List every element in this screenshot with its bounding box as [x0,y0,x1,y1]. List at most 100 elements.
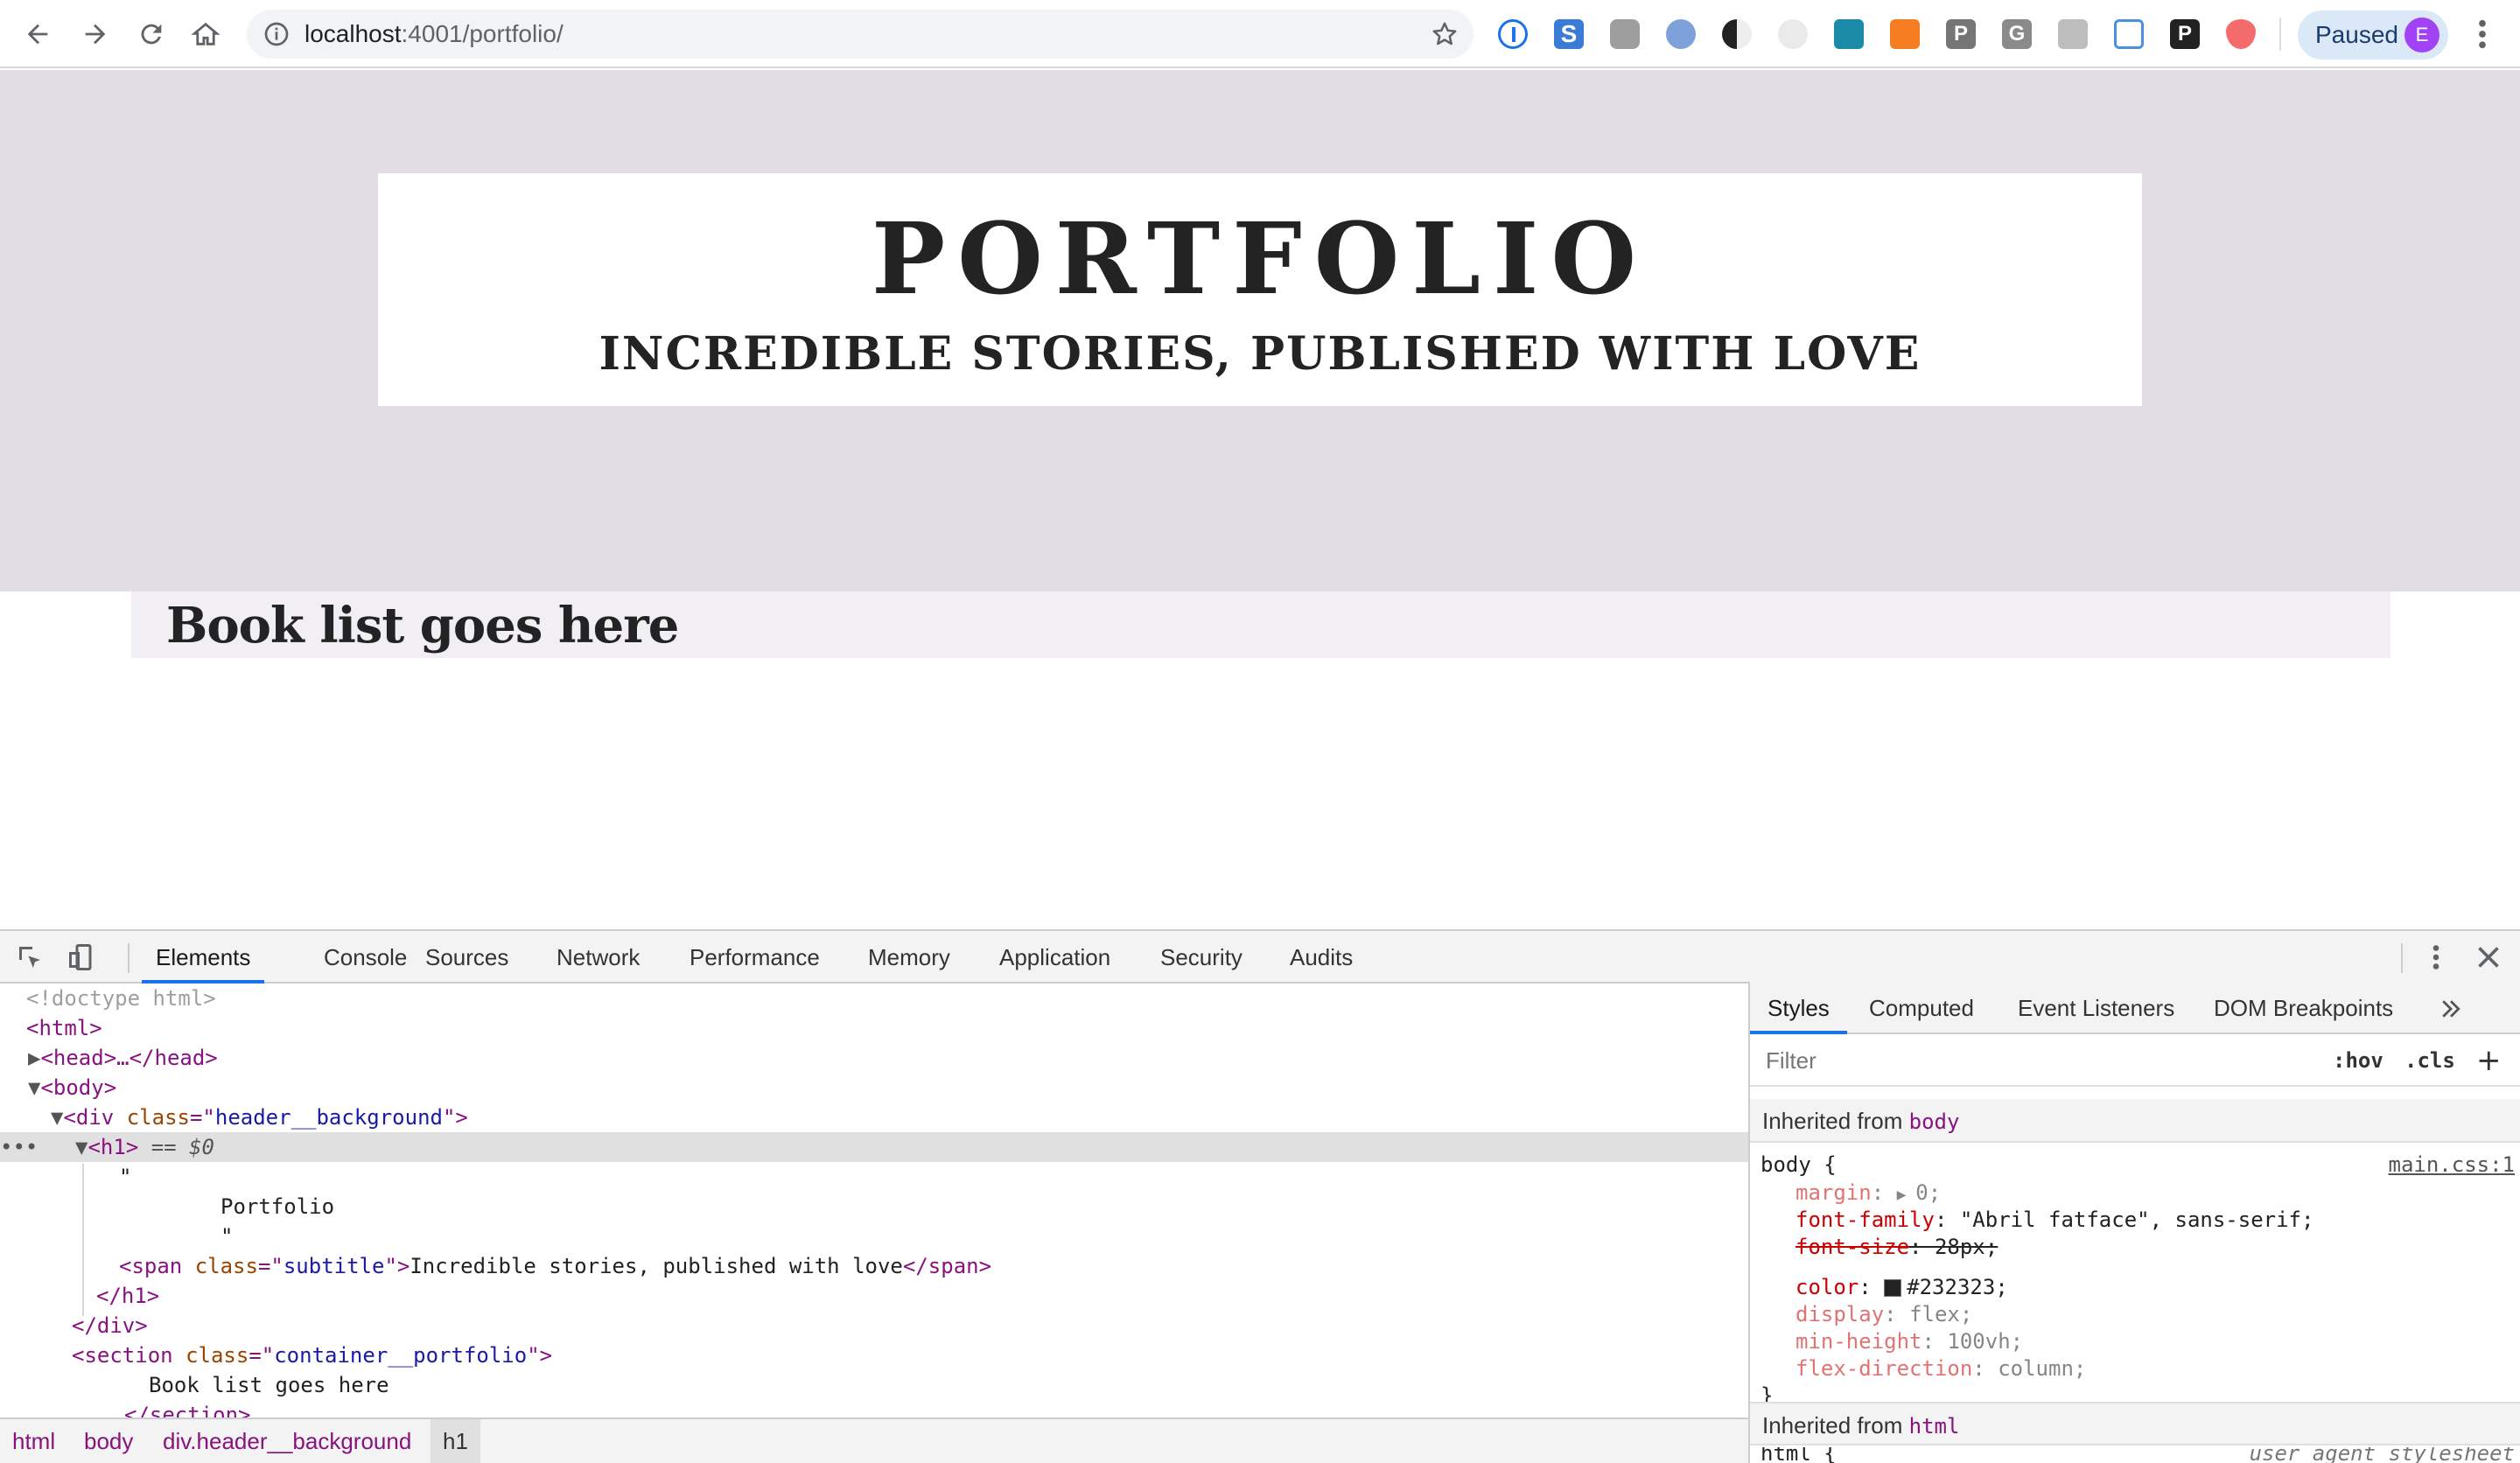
dom-html[interactable]: <html> [0,1013,1748,1043]
rule-source-useragent: user agent stylesheet [2249,1447,2515,1463]
dom-text-quote-open[interactable]: " [0,1162,1748,1192]
tab-security[interactable]: Security [1160,931,1242,984]
home-icon [191,22,220,46]
home-button[interactable] [184,12,228,56]
code-extension-icon[interactable] [2114,19,2144,49]
tab-application[interactable]: Application [999,931,1110,984]
puzzle-extension-icon[interactable] [1610,19,1640,49]
style-rule-body: body { main.css:1 margin: ▶ 0; font-fami… [1750,1144,2520,1283]
decl-margin[interactable]: margin: ▶ 0; [1796,1180,1941,1207]
dom-text-portfolio[interactable]: Portfolio [0,1192,1748,1222]
tab-elements[interactable]: Elements [142,931,265,984]
dom-div-close[interactable]: </div> [0,1311,1748,1340]
breadcrumb-html[interactable]: html [12,1419,55,1463]
breadcrumb: html body div.header__background h1 [0,1418,1748,1463]
style-rule-html: html { user agent stylesheet [1750,1447,2520,1463]
dom-body[interactable]: ▼<body> [0,1073,1748,1102]
dom-text-quote-close[interactable]: " [0,1222,1748,1251]
decl-flex-direction[interactable]: flex-direction: column; [1796,1355,2086,1382]
dom-doctype[interactable]: <!doctype html> [0,984,1748,1013]
shield-extension-icon[interactable] [2226,19,2256,49]
styles-tabbar: Styles Computed Event Listeners DOM Brea… [1750,982,2520,1034]
tab-memory[interactable]: Memory [868,931,950,984]
reload-button[interactable] [130,12,173,56]
camera-extension-icon[interactable] [1834,19,1864,49]
dom-text-book-list[interactable]: Book list goes here [0,1370,1748,1400]
dom-head[interactable]: ▶<head>…</head> [0,1043,1748,1073]
info-icon [264,22,289,46]
paint-extension-icon[interactable] [1666,19,1696,49]
decl-display[interactable]: display: flex; [1796,1301,1972,1328]
color-swatch[interactable] [1884,1279,1902,1297]
browser-toolbar: localhost:4001/portfolio/ S P G P Paused… [0,0,2520,68]
page-subtitle: INCREDIBLE STORIES, PUBLISHED WITH LOVE [598,327,1922,381]
dom-h1-selected[interactable]: ••• ▼<h1> == $0 [0,1132,1748,1162]
react-devtools-icon[interactable] [1778,19,1808,49]
address-bar[interactable]: localhost:4001/portfolio/ [247,10,1474,59]
lock-extension-icon[interactable] [1890,19,1920,49]
hov-button[interactable]: :hov [2333,1034,2384,1087]
styles-filter-input[interactable] [1760,1043,2310,1078]
dom-tree: <!doctype html> <html> ▶<head>…</head> ▼… [0,984,1748,1463]
devtools-tabbar: Elements Console Sources Network Perform… [0,931,2520,984]
breadcrumb-h1[interactable]: h1 [430,1419,480,1463]
chevron-double-right-icon[interactable] [2438,996,2464,1022]
tab-computed[interactable]: Computed [1869,982,1974,1034]
tab-styles[interactable]: Styles [1750,982,1847,1034]
onepassword-icon[interactable] [1498,19,1528,49]
page-viewport: PORTFOLIO INCREDIBLE STORIES, PUBLISHED … [0,70,2520,929]
profile-button[interactable]: Paused E [2298,10,2448,60]
s-extension-icon[interactable]: S [1554,19,1584,49]
dom-span-subtitle[interactable]: <span class="subtitle">Incredible storie… [0,1251,1748,1281]
arrow-right-icon [85,24,106,45]
rule-selector-html[interactable]: html { [1760,1447,1837,1463]
header-card: PORTFOLIO INCREDIBLE STORIES, PUBLISHED … [378,173,2142,406]
dark-mode-icon[interactable] [1722,19,1752,49]
devtools-menu-icon[interactable] [2420,942,2452,973]
bookmark-star-icon[interactable] [1430,19,1460,49]
reload-icon [141,24,162,45]
browser-menu-icon[interactable] [2469,16,2496,52]
inspect-element-icon[interactable] [14,942,46,973]
portfolio-container: Book list goes here [131,592,2390,658]
cls-button[interactable]: .cls [2404,1034,2455,1087]
tab-network[interactable]: Network [556,931,640,984]
decl-font-size[interactable]: font-size: 28px; [1796,1234,1998,1261]
p-dark-extension-icon[interactable]: P [2170,19,2200,49]
forward-button[interactable] [74,12,117,56]
tab-performance[interactable]: Performance [690,931,820,984]
styles-filter-row: :hov .cls + [1750,1034,2520,1087]
add-style-rule-button[interactable]: + [2476,1034,2502,1087]
device-toolbar-icon[interactable] [66,942,98,973]
tree-guide-line [82,1164,84,1316]
breadcrumb-body[interactable]: body [84,1419,133,1463]
decl-min-height[interactable]: min-height: 100vh; [1796,1328,2023,1355]
dom-section[interactable]: <section class="container__portfolio"> [0,1340,1748,1370]
page-title: PORTFOLIO [871,202,1648,317]
breadcrumb-div[interactable]: div.header__background [163,1419,411,1463]
decl-font-family[interactable]: font-family: "Abril fatface", sans-serif… [1796,1207,2314,1234]
styles-panel: Styles Computed Event Listeners DOM Brea… [1748,982,2520,1463]
dom-h1-close[interactable]: </h1> [0,1281,1748,1311]
g-extension-icon[interactable]: G [2002,19,2032,49]
tab-console[interactable]: Console [324,931,407,984]
tab-dom-breakpoints[interactable]: DOM Breakpoints [2214,982,2393,1034]
back-button[interactable] [16,12,60,56]
p-extension-icon[interactable]: P [1946,19,1976,49]
tab-sources[interactable]: Sources [425,931,508,984]
tabbar-right-separator [2401,943,2403,973]
book-list-text: Book list goes here [166,597,679,654]
tab-event-listeners[interactable]: Event Listeners [2018,982,2174,1034]
tabbar-separator [128,943,130,973]
header-background: PORTFOLIO INCREDIBLE STORIES, PUBLISHED … [0,70,2520,592]
close-icon[interactable] [2473,942,2504,973]
rule-selector[interactable]: body { [1760,1152,1837,1179]
dom-div-header[interactable]: ▼<div class="header__background"> [0,1102,1748,1132]
rule-source-link[interactable]: main.css:1 [2389,1152,2516,1179]
inherited-from-html: Inherited from html [1750,1402,2520,1446]
arrow-left-icon [27,24,48,45]
decl-color[interactable]: color: #232323; [1796,1274,2008,1301]
tab-extension-icon[interactable] [2058,19,2088,49]
toolbar-separator [2279,18,2281,51]
tab-audits[interactable]: Audits [1290,931,1353,984]
